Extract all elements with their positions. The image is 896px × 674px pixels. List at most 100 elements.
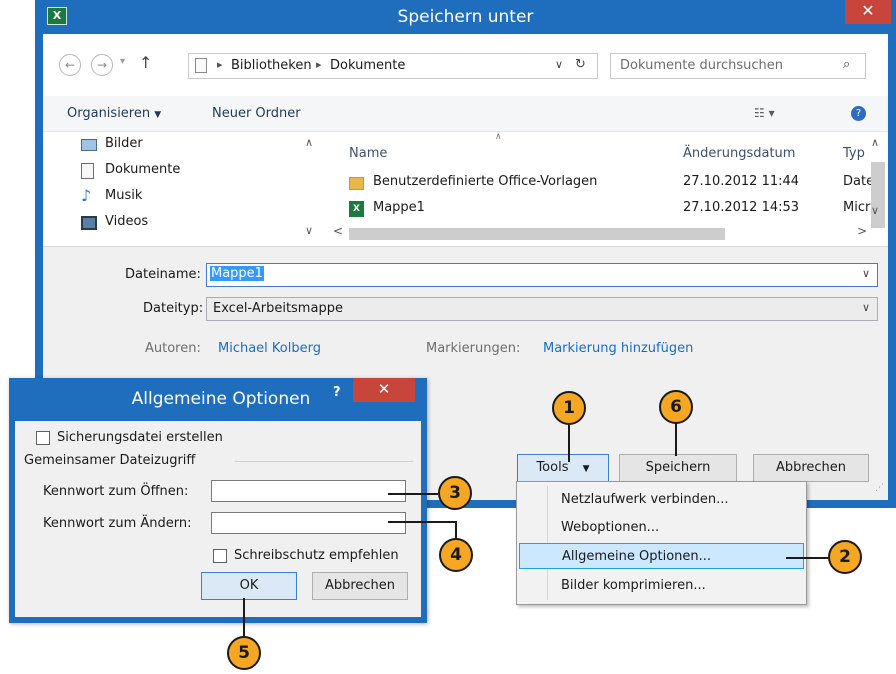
menu-item-general-options[interactable]: Allgemeine Optionen... bbox=[519, 543, 804, 569]
save-button[interactable]: Speichern bbox=[619, 454, 737, 482]
callout-leader-line bbox=[388, 521, 457, 523]
tags-label: Markierungen: bbox=[426, 341, 521, 356]
column-header-type[interactable]: Typ bbox=[843, 146, 865, 161]
filename-value: Mappe1 bbox=[210, 266, 264, 281]
callout-leader-line bbox=[786, 557, 828, 559]
authors-value[interactable]: Michael Kolberg bbox=[218, 341, 321, 356]
scroll-right-icon[interactable]: > bbox=[857, 224, 867, 238]
library-icon bbox=[195, 58, 207, 73]
cancel-button[interactable]: Abbrechen bbox=[312, 572, 408, 600]
back-button[interactable]: ← bbox=[59, 54, 81, 76]
refresh-icon[interactable]: ↻ bbox=[575, 57, 586, 72]
breadcrumb-documents[interactable]: Dokumente bbox=[330, 58, 405, 73]
scroll-up-icon[interactable]: ∧ bbox=[871, 136, 879, 149]
close-button[interactable]: ✕ bbox=[353, 378, 415, 402]
search-placeholder: Dokumente durchsuchen bbox=[620, 58, 784, 73]
password-modify-input[interactable] bbox=[211, 512, 406, 534]
menu-item-web-options[interactable]: Weboptionen... bbox=[519, 515, 804, 541]
readonly-label: Schreibschutz empfehlen bbox=[234, 548, 399, 563]
tools-menu: Netzlaufwerk verbinden... Weboptionen...… bbox=[516, 481, 807, 605]
navigation-bar: ← → ▾ ↑ ▸ Bibliotheken ▸ Dokumente ∨ ↻ D… bbox=[43, 34, 888, 96]
authors-label: Autoren: bbox=[145, 341, 201, 356]
nav-item-label: Videos bbox=[105, 214, 149, 229]
filetype-select[interactable]: Excel-Arbeitsmappe ∨ bbox=[206, 297, 878, 321]
callout-leader-line bbox=[243, 598, 245, 636]
column-header-date[interactable]: Änderungsdatum bbox=[683, 146, 795, 161]
callout-4-badge: 4 bbox=[439, 538, 473, 572]
recent-locations-icon[interactable]: ▾ bbox=[120, 56, 125, 67]
excel-file-icon: X bbox=[349, 201, 364, 217]
callout-2-badge: 2 bbox=[828, 540, 862, 574]
file-name: Benutzerdefinierte Office-Vorlagen bbox=[373, 174, 598, 189]
file-name: Mappe1 bbox=[373, 200, 425, 215]
shared-access-group-label: Gemeinsamer Dateizugriff bbox=[24, 453, 196, 468]
view-options-icon[interactable]: ☷ ▾ bbox=[754, 106, 775, 120]
callout-1-badge: 1 bbox=[552, 391, 586, 425]
callout-6-badge: 6 bbox=[659, 390, 693, 424]
file-row[interactable]: X Mappe1 27.10.2012 14:53 Micr bbox=[349, 200, 871, 222]
command-bar: Organisieren ▼ Neuer Ordner ☷ ▾ ? bbox=[43, 96, 888, 132]
backup-label: Sicherungsdatei erstellen bbox=[57, 430, 223, 445]
title-bar: X Speichern unter ✕ bbox=[35, 0, 896, 34]
navigation-pane: Bilder Dokumente ♪ Musik Videos ∧ ∨ bbox=[43, 132, 323, 244]
dialog-title: Speichern unter bbox=[397, 7, 534, 27]
tags-value[interactable]: Markierung hinzufügen bbox=[543, 341, 693, 356]
column-header-name[interactable]: Name bbox=[349, 146, 387, 161]
help-icon[interactable]: ? bbox=[851, 106, 866, 121]
vertical-scrollbar-thumb[interactable] bbox=[871, 162, 885, 228]
callout-leader-line bbox=[388, 493, 438, 495]
ok-button[interactable]: OK bbox=[201, 572, 297, 600]
menu-item-compress-pictures[interactable]: Bilder komprimieren... bbox=[519, 573, 804, 599]
chevron-down-icon: ▼ bbox=[582, 464, 590, 474]
callout-leader-line bbox=[675, 423, 677, 456]
tools-button[interactable]: Tools ▼ bbox=[517, 454, 609, 482]
menu-item-map-network-drive[interactable]: Netzlaufwerk verbinden... bbox=[519, 487, 804, 513]
scroll-left-icon[interactable]: < bbox=[333, 224, 343, 238]
search-icon[interactable]: ⌕ bbox=[843, 57, 850, 72]
horizontal-scrollbar-thumb[interactable] bbox=[349, 228, 725, 240]
general-options-dialog: Allgemeine Optionen ? ✕ Sicherungsdatei … bbox=[9, 378, 427, 623]
resize-grip-icon[interactable]: ⋰ bbox=[875, 483, 884, 493]
password-open-label: Kennwort zum Öffnen: bbox=[43, 484, 189, 499]
group-divider bbox=[235, 461, 413, 462]
address-bar[interactable]: ▸ Bibliotheken ▸ Dokumente ∨ ↻ bbox=[188, 53, 598, 79]
chevron-down-icon[interactable]: ∨ bbox=[862, 301, 870, 314]
callout-5-badge: 5 bbox=[227, 636, 261, 670]
address-dropdown-icon[interactable]: ∨ bbox=[555, 58, 563, 71]
chevron-down-icon: ▼ bbox=[154, 110, 162, 120]
scroll-down-icon[interactable]: ∨ bbox=[871, 204, 879, 217]
password-open-input[interactable] bbox=[211, 480, 406, 502]
new-folder-button[interactable]: Neuer Ordner bbox=[212, 106, 301, 121]
scroll-up-icon[interactable]: ∧ bbox=[305, 136, 313, 149]
readonly-checkbox[interactable] bbox=[213, 549, 227, 563]
organize-label: Organisieren bbox=[67, 106, 151, 121]
cancel-button[interactable]: Abbrechen bbox=[753, 454, 869, 482]
breadcrumb-separator-icon: ▸ bbox=[316, 58, 322, 71]
backup-checkbox[interactable] bbox=[36, 431, 50, 445]
chevron-down-icon[interactable]: ∨ bbox=[862, 267, 870, 280]
dialog-body: Sicherungsdatei erstellen Gemeinsamer Da… bbox=[15, 421, 421, 617]
organize-menu[interactable]: Organisieren ▼ bbox=[67, 106, 161, 121]
file-row[interactable]: Benutzerdefinierte Office-Vorlagen 27.10… bbox=[349, 174, 874, 196]
videos-icon bbox=[81, 216, 97, 230]
file-type: Date bbox=[843, 174, 875, 189]
close-button[interactable]: ✕ bbox=[845, 0, 891, 24]
nav-item-label: Bilder bbox=[105, 136, 143, 151]
nav-item-label: Dokumente bbox=[105, 162, 181, 177]
file-type: Micr bbox=[843, 200, 871, 215]
filename-input[interactable]: Mappe1 ∨ bbox=[206, 263, 878, 287]
search-input[interactable]: Dokumente durchsuchen ⌕ bbox=[610, 53, 866, 79]
callout-leader-line bbox=[568, 425, 570, 462]
forward-button[interactable]: → bbox=[91, 54, 113, 76]
up-arrow-icon[interactable]: ↑ bbox=[139, 53, 152, 72]
nav-item-label: Musik bbox=[105, 188, 143, 203]
scroll-down-icon[interactable]: ∨ bbox=[305, 224, 313, 237]
file-list: ∧ Name Änderungsdatum Typ Benutzerdefini… bbox=[329, 132, 888, 244]
help-button[interactable]: ? bbox=[333, 385, 341, 400]
music-icon: ♪ bbox=[81, 186, 92, 205]
file-date: 27.10.2012 14:53 bbox=[683, 200, 800, 215]
password-modify-label: Kennwort zum Ändern: bbox=[43, 516, 192, 531]
breadcrumb-libraries[interactable]: Bibliotheken bbox=[231, 58, 312, 73]
breadcrumb-separator-icon: ▸ bbox=[217, 58, 223, 71]
filename-label: Dateiname: bbox=[125, 267, 201, 282]
